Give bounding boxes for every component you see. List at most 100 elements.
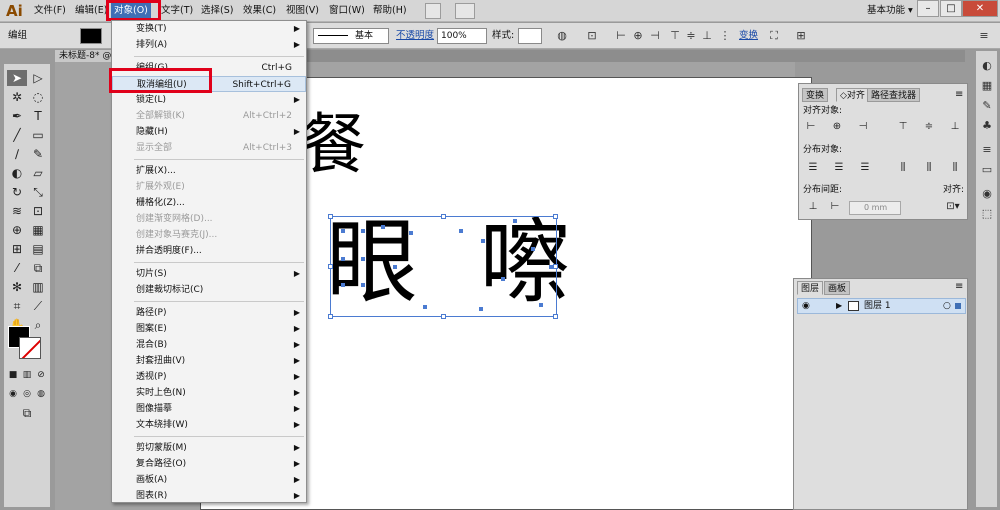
- artboard-tool-icon[interactable]: ⌗: [7, 298, 27, 314]
- distribute-top-icon[interactable]: ☰: [807, 162, 819, 174]
- gradient-panel-icon[interactable]: ▭: [980, 163, 994, 177]
- menu-item[interactable]: 图表(R) ▶: [112, 488, 306, 504]
- align-right-icon[interactable]: ⊣: [648, 29, 662, 43]
- align-to-icon[interactable]: ⊡: [585, 29, 599, 43]
- minimize-button[interactable]: –: [917, 0, 939, 17]
- line-tool-icon[interactable]: ╱: [7, 127, 27, 143]
- spacing-input[interactable]: 0 mm: [849, 201, 901, 215]
- panel-menu-icon[interactable]: ≡: [955, 89, 963, 100]
- align-top-icon[interactable]: ⊤: [668, 29, 682, 43]
- graphic-styles-panel-icon[interactable]: ⬚: [980, 207, 994, 221]
- draw-normal-icon[interactable]: ◉: [6, 386, 20, 399]
- swatches-panel-icon[interactable]: ▦: [980, 79, 994, 93]
- menu-object[interactable]: 对象(O): [111, 3, 151, 19]
- menu-item[interactable]: 混合(B) ▶: [112, 337, 306, 353]
- resize-handle[interactable]: [441, 214, 446, 219]
- align-hcenter-icon[interactable]: ⊕: [831, 121, 843, 133]
- menu-item[interactable]: 图像描摹 ▶: [112, 401, 306, 417]
- menu-item[interactable]: 实时上色(N) ▶: [112, 385, 306, 401]
- align-left-icon[interactable]: ⊢: [614, 29, 628, 43]
- graph-tool-icon[interactable]: ▥: [28, 279, 48, 295]
- lasso-tool-icon[interactable]: ◌: [28, 89, 48, 105]
- menu-item[interactable]: 文本绕排(W) ▶: [112, 417, 306, 433]
- menu-type[interactable]: 文字(T): [158, 3, 196, 19]
- selection-indicator-icon[interactable]: [955, 303, 961, 309]
- spacing-horizontal-icon[interactable]: ⊢: [829, 201, 841, 213]
- visibility-eye-icon[interactable]: ◉: [802, 299, 810, 313]
- distribute-bottom-icon[interactable]: ☰: [859, 162, 871, 174]
- distribute-vcenter-icon[interactable]: ☰: [833, 162, 845, 174]
- align-left-icon[interactable]: ⊢: [805, 121, 817, 133]
- stroke-color-swatch[interactable]: [19, 337, 41, 359]
- menu-item[interactable]: 切片(S) ▶: [112, 266, 306, 282]
- menu-item[interactable]: 扩展(X)...: [112, 163, 306, 179]
- type-tool-icon[interactable]: T: [28, 108, 48, 124]
- align-vcenter-icon[interactable]: ≑: [923, 121, 935, 133]
- align-top-icon[interactable]: ⊤: [897, 121, 909, 133]
- menu-item[interactable]: 取消编组(U) Shift+Ctrl+G: [112, 76, 306, 92]
- eraser-tool-icon[interactable]: ▱: [28, 165, 48, 181]
- menu-item[interactable]: 透视(P) ▶: [112, 369, 306, 385]
- menu-item[interactable]: 图案(E) ▶: [112, 321, 306, 337]
- opacity-input[interactable]: 100%: [437, 28, 487, 44]
- menu-item[interactable]: 排列(A) ▶: [112, 37, 306, 53]
- paintbrush-tool-icon[interactable]: ∕: [7, 146, 27, 162]
- workspace-switcher[interactable]: 基本功能 ▾: [867, 3, 913, 19]
- menu-window[interactable]: 窗口(W): [326, 3, 368, 19]
- screen-mode-icon[interactable]: ⧉: [17, 405, 37, 421]
- gradient-tool-icon[interactable]: ▤: [28, 241, 48, 257]
- fill-color-picker[interactable]: [80, 28, 102, 44]
- menu-effect[interactable]: 效果(C): [240, 3, 279, 19]
- menu-item[interactable]: 锁定(L) ▶: [112, 92, 306, 108]
- tab-pathfinder[interactable]: 路径查找器: [867, 88, 921, 102]
- recolor-icon[interactable]: ◍: [555, 29, 569, 43]
- panel-menu-icon[interactable]: ≡: [977, 29, 991, 43]
- menu-item[interactable]: 画板(A) ▶: [112, 472, 306, 488]
- distribute-hcenter-icon[interactable]: ⫼: [923, 162, 935, 174]
- align-to-select[interactable]: ⊡▾: [943, 201, 963, 213]
- bridge-button[interactable]: [425, 3, 441, 19]
- isolate-group-icon[interactable]: ⛶: [767, 29, 781, 43]
- distribute-left-icon[interactable]: ⫼: [897, 162, 909, 174]
- draw-inside-icon[interactable]: ◍: [34, 386, 48, 399]
- expand-arrow-icon[interactable]: ▶: [836, 299, 842, 313]
- tab-artboards[interactable]: 画板: [824, 281, 851, 295]
- align-bottom-icon[interactable]: ⊥: [949, 121, 961, 133]
- panel-menu-icon[interactable]: ≡: [955, 281, 963, 292]
- menu-edit[interactable]: 编辑(E): [72, 3, 110, 19]
- menu-item[interactable]: 路径(P) ▶: [112, 305, 306, 321]
- rotate-tool-icon[interactable]: ↻: [7, 184, 27, 200]
- resize-handle[interactable]: [328, 264, 333, 269]
- spacing-vertical-icon[interactable]: ⊥: [807, 201, 819, 213]
- blob-brush-tool-icon[interactable]: ◐: [7, 165, 27, 181]
- perspective-grid-tool-icon[interactable]: ▦: [28, 222, 48, 238]
- stroke-style-select[interactable]: 基本: [313, 28, 389, 44]
- width-tool-icon[interactable]: ≋: [7, 203, 27, 219]
- symbols-panel-icon[interactable]: ♣: [980, 119, 994, 133]
- resize-handle[interactable]: [553, 314, 558, 319]
- tab-align[interactable]: ◇对齐: [836, 88, 869, 102]
- canvas-glyph-top[interactable]: 餐: [300, 95, 366, 195]
- scale-tool-icon[interactable]: ⤡: [28, 184, 48, 200]
- distribute-right-icon[interactable]: ⫼: [949, 162, 961, 174]
- brushes-panel-icon[interactable]: ✎: [980, 99, 994, 113]
- document-tab[interactable]: 未标题-8* @: [55, 50, 116, 62]
- rectangle-tool-icon[interactable]: ▭: [28, 127, 48, 143]
- magic-wand-tool-icon[interactable]: ✲: [7, 89, 27, 105]
- resize-handle[interactable]: [328, 214, 333, 219]
- maximize-button[interactable]: □: [940, 0, 962, 17]
- menu-item[interactable]: 剪切蒙版(M) ▶: [112, 440, 306, 456]
- close-button[interactable]: ✕: [962, 0, 998, 17]
- free-transform-tool-icon[interactable]: ⊡: [28, 203, 48, 219]
- gradient-mode-icon[interactable]: ▥: [20, 367, 34, 380]
- menu-view[interactable]: 视图(V): [283, 3, 322, 19]
- none-mode-icon[interactable]: ⊘: [34, 367, 48, 380]
- pencil-tool-icon[interactable]: ✎: [28, 146, 48, 162]
- direct-selection-tool-icon[interactable]: ▷: [28, 70, 48, 86]
- selection-options-icon[interactable]: ⊞: [794, 29, 808, 43]
- resize-handle[interactable]: [441, 314, 446, 319]
- menu-item[interactable]: 隐藏(H) ▶: [112, 124, 306, 140]
- menu-item[interactable]: 变换(T) ▶: [112, 21, 306, 37]
- tab-layers[interactable]: 图层: [797, 281, 824, 295]
- menu-item[interactable]: 栅格化(Z)...: [112, 195, 306, 211]
